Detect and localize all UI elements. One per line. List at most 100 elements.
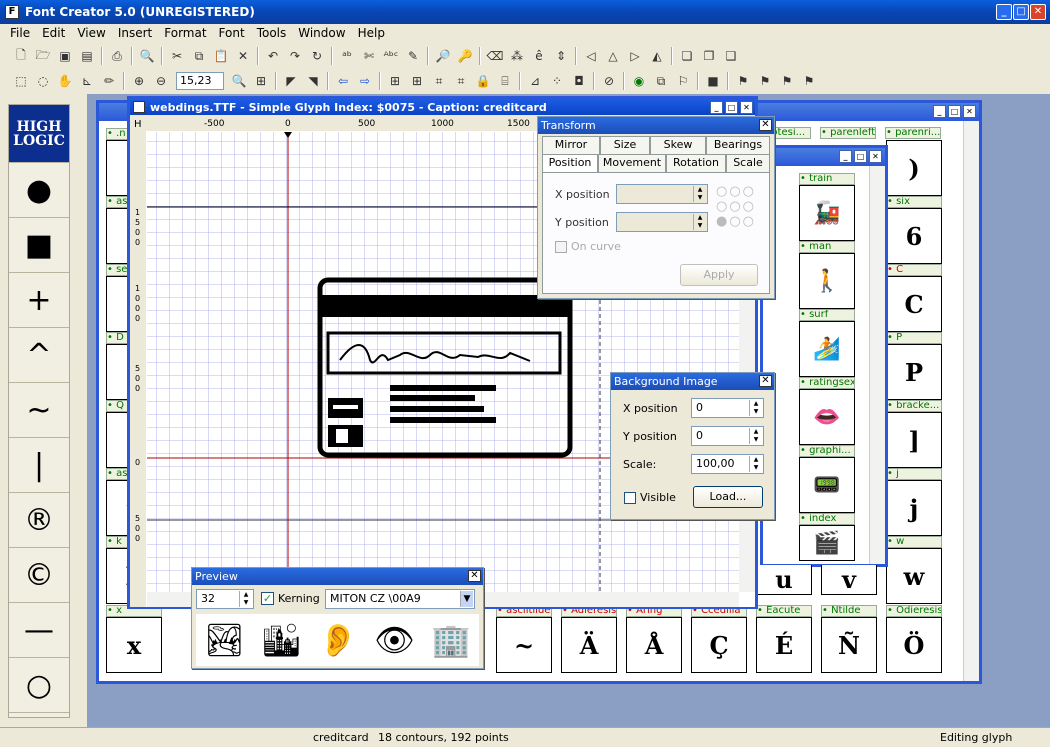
zoom-input[interactable]: 15,23: [176, 72, 224, 90]
bar-tool-icon[interactable]: |: [9, 438, 69, 493]
glyph-close[interactable]: ✕: [740, 101, 753, 114]
cut-icon[interactable]: ✂: [166, 46, 188, 66]
node-pointer-icon[interactable]: ◥: [302, 71, 324, 91]
minimize-button[interactable]: _: [996, 4, 1012, 20]
glyph-cell[interactable]: • PP: [886, 332, 942, 400]
paste-icon[interactable]: 📋: [210, 46, 232, 66]
map-minimize[interactable]: _: [839, 150, 852, 163]
merge-icon[interactable]: ⚐: [672, 71, 694, 91]
ligature-icon[interactable]: ⁂: [506, 46, 528, 66]
background-close-icon[interactable]: ✕: [759, 375, 772, 387]
zoom-out-icon[interactable]: ⊖: [150, 71, 172, 91]
menu-window[interactable]: Window: [292, 23, 351, 43]
preview-size-field[interactable]: 32 ▲ ▼: [196, 589, 254, 609]
kerning-checkbox[interactable]: ✓: [261, 592, 274, 605]
delete-icon[interactable]: ✕: [232, 46, 254, 66]
map-close[interactable]: ✕: [869, 150, 882, 163]
tab-size[interactable]: Size: [600, 136, 650, 154]
glyph-cell[interactable]: • Ntilde Ñ: [821, 605, 877, 673]
glyph-cell[interactable]: • man 🚶: [799, 241, 855, 309]
menu-font[interactable]: Font: [213, 23, 251, 43]
pen-icon[interactable]: ✎: [402, 46, 424, 66]
lock-icon[interactable]: 🔒: [472, 71, 494, 91]
square-tool-icon[interactable]: ■: [9, 218, 69, 273]
menu-tools[interactable]: Tools: [251, 23, 293, 43]
map-scrollbar[interactable]: [869, 166, 885, 564]
glyph-cell[interactable]: • graphi... 📟: [799, 445, 855, 513]
bg-x-field[interactable]: 0 ▲ ▼: [691, 398, 764, 418]
tab-skew[interactable]: Skew: [650, 136, 706, 154]
group-icon[interactable]: ❏: [676, 46, 698, 66]
tab-position[interactable]: Position: [542, 154, 598, 173]
glyph-cell[interactable]: • xx: [106, 605, 162, 673]
dash-tool-icon[interactable]: —: [9, 603, 69, 658]
refresh-icon[interactable]: ↻: [306, 46, 328, 66]
nodes-icon[interactable]: ⁘: [546, 71, 568, 91]
overlap-icon[interactable]: ⧉: [650, 71, 672, 91]
glyph-cell[interactable]: • Aring Å: [626, 605, 682, 673]
bg-scale-spin-icon[interactable]: ▲ ▼: [749, 456, 762, 472]
tab-mirror[interactable]: Mirror: [542, 136, 600, 154]
glyph-cell[interactable]: • bracke...]: [886, 400, 942, 468]
y-spin-icon[interactable]: ▲ ▼: [693, 214, 706, 230]
grid-icon[interactable]: ⊞: [384, 71, 406, 91]
accent-icon[interactable]: ê: [528, 46, 550, 66]
visible-checkbox[interactable]: [624, 492, 636, 504]
print-icon[interactable]: ⎙: [106, 46, 128, 66]
magnifier-icon[interactable]: 🔍: [228, 71, 250, 91]
preview-close-icon[interactable]: ✕: [468, 570, 481, 582]
glyph-cell[interactable]: • asciitilde ~: [496, 605, 552, 673]
plus-tool-icon[interactable]: +: [9, 273, 69, 328]
validate-icon[interactable]: ⊘: [598, 71, 620, 91]
fit-icon[interactable]: ⊞: [250, 71, 272, 91]
save-all-icon[interactable]: ▤: [76, 46, 98, 66]
overview-minimize[interactable]: _: [933, 105, 946, 118]
overview-scrollbar[interactable]: [963, 121, 979, 681]
y-position-field[interactable]: ▲ ▼: [616, 212, 708, 232]
align-icon[interactable]: ◁: [580, 46, 602, 66]
glyph-cell[interactable]: • Eacute É: [756, 605, 812, 673]
glyph-cell[interactable]: • surf 🏄: [799, 309, 855, 377]
zoom-in-icon[interactable]: ⊕: [128, 71, 150, 91]
anchor-grid[interactable]: ○○○ ○○○ ●○○: [716, 184, 766, 232]
pointer-icon[interactable]: ◤: [280, 71, 302, 91]
align4-icon[interactable]: ◭: [646, 46, 668, 66]
glyph-cell[interactable]: • ratingsex 👄: [799, 377, 855, 445]
menu-format[interactable]: Format: [158, 23, 212, 43]
menu-file[interactable]: File: [4, 23, 36, 43]
guides-icon[interactable]: ⌗: [428, 71, 450, 91]
align2-icon[interactable]: △: [602, 46, 624, 66]
hand-icon[interactable]: ✋: [54, 71, 76, 91]
dropdown-chevron-icon[interactable]: ▼: [460, 591, 473, 607]
tab-rotation[interactable]: Rotation: [666, 154, 726, 172]
glyph-cell[interactable]: • jj: [886, 468, 942, 536]
points-icon[interactable]: ⊿: [524, 71, 546, 91]
maximize-button[interactable]: □: [1013, 4, 1029, 20]
bg-y-field[interactable]: 0 ▲ ▼: [691, 426, 764, 446]
bg-scale-field[interactable]: 100,00 ▲ ▼: [691, 454, 764, 474]
glyph-cell[interactable]: v: [821, 565, 877, 595]
guides2-icon[interactable]: ⌗: [450, 71, 472, 91]
save-icon[interactable]: ▣: [54, 46, 76, 66]
glyph-maximize[interactable]: □: [725, 101, 738, 114]
copy-icon[interactable]: ⧉: [188, 46, 210, 66]
flag2-icon[interactable]: ⚑: [754, 71, 776, 91]
x-spin-icon[interactable]: ▲ ▼: [693, 186, 706, 202]
measure-icon[interactable]: ⊾: [76, 71, 98, 91]
flag-icon[interactable]: ⚑: [732, 71, 754, 91]
bg-x-spin-icon[interactable]: ▲ ▼: [749, 400, 762, 416]
menu-insert[interactable]: Insert: [112, 23, 158, 43]
target-icon[interactable]: ◉: [628, 71, 650, 91]
tab-scale[interactable]: Scale: [726, 154, 770, 172]
glyph-cell[interactable]: • ww: [886, 536, 942, 604]
glyph-cell[interactable]: • train 🚂: [799, 173, 855, 241]
tab-bearings[interactable]: Bearings: [706, 136, 770, 154]
glyph-cell[interactable]: • CC: [886, 264, 942, 332]
caret-tool-icon[interactable]: ^: [9, 328, 69, 383]
bg-y-spin-icon[interactable]: ▲ ▼: [749, 428, 762, 444]
metrics-icon[interactable]: ⌸: [494, 71, 516, 91]
glyph-cell[interactable]: • index 🎬: [799, 513, 855, 561]
overview-close[interactable]: ✕: [963, 105, 976, 118]
glyph-cell[interactable]: ): [886, 140, 942, 196]
glyph-cell[interactable]: • Ccedilla Ç: [691, 605, 747, 673]
